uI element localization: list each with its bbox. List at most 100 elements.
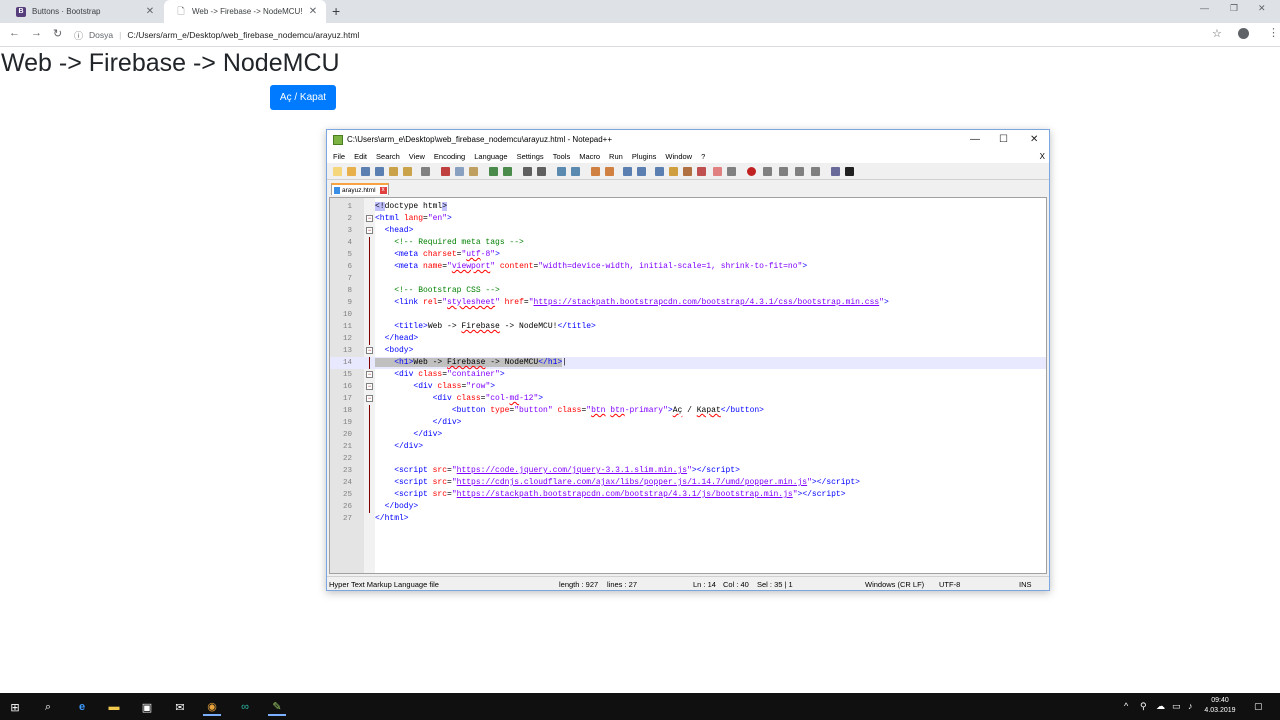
code-line: 2− <html lang="en">	[347, 214, 452, 223]
menu-help[interactable]: ?	[701, 152, 705, 161]
tray-chevron-icon[interactable]: ^	[1124, 701, 1128, 711]
menu-encoding[interactable]: Encoding	[434, 152, 465, 161]
close-icon[interactable]: ✕	[306, 6, 320, 17]
stop-macro-icon[interactable]	[763, 167, 772, 176]
notepadpp-taskbar-icon[interactable]: ✎	[268, 698, 286, 716]
zoom-in-icon[interactable]	[557, 167, 566, 176]
code-line: 25 <script src="https://stackpath.bootst…	[342, 489, 846, 501]
show-all-chars-icon[interactable]	[637, 167, 646, 176]
function-list-icon[interactable]	[697, 167, 706, 176]
sync-v-icon[interactable]	[591, 167, 600, 176]
menu-search[interactable]: Search	[376, 152, 400, 161]
minimize-icon[interactable]: —	[970, 134, 980, 145]
sync-h-icon[interactable]	[605, 167, 614, 176]
run-macro-multiple-icon[interactable]	[795, 167, 804, 176]
restore-icon[interactable]: ❐	[1230, 3, 1238, 14]
save-macro-icon[interactable]	[811, 167, 820, 176]
close-window-icon[interactable]: ✕	[1258, 3, 1266, 14]
menu-settings[interactable]: Settings	[517, 152, 544, 161]
copy-icon[interactable]	[455, 167, 464, 176]
notepad-menu-bar: File Edit Search View Encoding Language …	[327, 149, 1049, 163]
menu-run[interactable]: Run	[609, 152, 623, 161]
new-file-icon[interactable]	[333, 167, 342, 176]
tab-web-firebase[interactable]: 🗋 Web -> Firebase -> NodeMCU! ✕	[164, 0, 326, 23]
system-clock[interactable]: 09:40 4.03.2019	[1200, 696, 1240, 716]
monitoring-icon[interactable]	[727, 167, 736, 176]
fold-collapse-icon[interactable]: −	[366, 395, 373, 402]
menu-file[interactable]: File	[333, 152, 345, 161]
network-icon[interactable]: ▭	[1172, 701, 1181, 712]
replace-icon[interactable]	[537, 167, 546, 176]
close-document-icon[interactable]: X	[1040, 152, 1045, 161]
windows-start-icon[interactable]: ⊞	[6, 698, 24, 716]
indent-guide-icon[interactable]	[655, 167, 664, 176]
info-icon[interactable]: ⓘ	[74, 29, 83, 42]
toggle-button[interactable]: Aç / Kapat	[270, 85, 336, 110]
folder-workspace-icon[interactable]	[713, 167, 722, 176]
more-menu-icon[interactable]: ⋮	[1268, 26, 1279, 39]
play-macro-icon[interactable]	[779, 167, 788, 176]
arduino-icon[interactable]: ∞	[236, 698, 254, 716]
fold-collapse-icon[interactable]: −	[366, 227, 373, 234]
fold-collapse-icon[interactable]: −	[366, 383, 373, 390]
maximize-icon[interactable]: ☐	[999, 134, 1008, 145]
save-icon[interactable]	[361, 167, 370, 176]
edge-icon[interactable]: e	[73, 698, 91, 716]
tab-bootstrap-buttons[interactable]: B Buttons · Bootstrap ✕	[4, 0, 163, 23]
cloud-icon[interactable]: ☁	[1156, 701, 1165, 712]
fold-collapse-icon[interactable]: −	[366, 371, 373, 378]
usb-icon[interactable]: ⚲	[1140, 701, 1147, 712]
fold-collapse-icon[interactable]: −	[366, 215, 373, 222]
code-lines: 1 <!doctype html> 2− <html lang="en"> 3− <…	[330, 201, 1046, 525]
menu-macro[interactable]: Macro	[579, 152, 600, 161]
udl-icon[interactable]	[669, 167, 678, 176]
menu-tools[interactable]: Tools	[553, 152, 571, 161]
find-icon[interactable]	[523, 167, 532, 176]
close-icon[interactable]: ✕	[143, 6, 157, 17]
record-macro-icon[interactable]	[747, 167, 756, 176]
back-icon[interactable]: ←	[9, 27, 20, 39]
menu-view[interactable]: View	[409, 152, 425, 161]
close-icon[interactable]: x	[379, 186, 387, 194]
spellcheck-icon[interactable]	[831, 167, 840, 176]
url-input[interactable]: ⓘ Dosya | C:/Users/arm_e/Desktop/web_fir…	[74, 26, 1234, 44]
fold-collapse-icon[interactable]: −	[366, 347, 373, 354]
reload-icon[interactable]: ↻	[53, 27, 62, 40]
bookmark-star-icon[interactable]: ☆	[1212, 27, 1222, 40]
close-file-icon[interactable]	[389, 167, 398, 176]
menu-window[interactable]: Window	[665, 152, 692, 161]
new-tab-button[interactable]: +	[332, 3, 340, 19]
status-eol: Windows (CR LF)	[865, 580, 925, 589]
volume-icon[interactable]: ♪	[1188, 701, 1193, 711]
save-all-icon[interactable]	[375, 167, 384, 176]
close-all-icon[interactable]	[403, 167, 412, 176]
notifications-icon[interactable]: ▢	[1254, 701, 1263, 712]
notepad-title-bar[interactable]: C:\Users\arm_e\Desktop\web_firebase_node…	[327, 130, 1049, 149]
word-wrap-icon[interactable]	[623, 167, 632, 176]
file-explorer-icon[interactable]: ▬	[105, 698, 123, 716]
terminal-icon[interactable]	[845, 167, 854, 176]
open-file-icon[interactable]	[347, 167, 356, 176]
status-sel: Sel : 35 | 1	[757, 580, 793, 589]
minimize-icon[interactable]: —	[1200, 3, 1209, 13]
undo-icon[interactable]	[489, 167, 498, 176]
code-line: 11 <title>Web -> Firebase -> NodeMCU!</t…	[342, 321, 596, 333]
zoom-out-icon[interactable]	[571, 167, 580, 176]
menu-language[interactable]: Language	[474, 152, 507, 161]
close-window-icon[interactable]: ✕	[1030, 134, 1038, 145]
store-icon[interactable]: ▣	[138, 698, 156, 716]
document-tab-arayuz[interactable]: arayuz.html x	[331, 183, 389, 195]
search-icon[interactable]: ⌕	[39, 698, 57, 716]
doc-map-icon[interactable]	[683, 167, 692, 176]
print-icon[interactable]	[421, 167, 430, 176]
account-icon[interactable]	[1238, 28, 1249, 39]
mail-icon[interactable]: ✉	[171, 698, 189, 716]
menu-edit[interactable]: Edit	[354, 152, 367, 161]
paste-icon[interactable]	[469, 167, 478, 176]
redo-icon[interactable]	[503, 167, 512, 176]
code-editor[interactable]: 1 <!doctype html> 2− <html lang="en"> 3− <…	[329, 197, 1047, 574]
cut-icon[interactable]	[441, 167, 450, 176]
chrome-icon[interactable]: ◉	[203, 698, 221, 716]
forward-icon[interactable]: →	[31, 27, 42, 39]
menu-plugins[interactable]: Plugins	[632, 152, 657, 161]
